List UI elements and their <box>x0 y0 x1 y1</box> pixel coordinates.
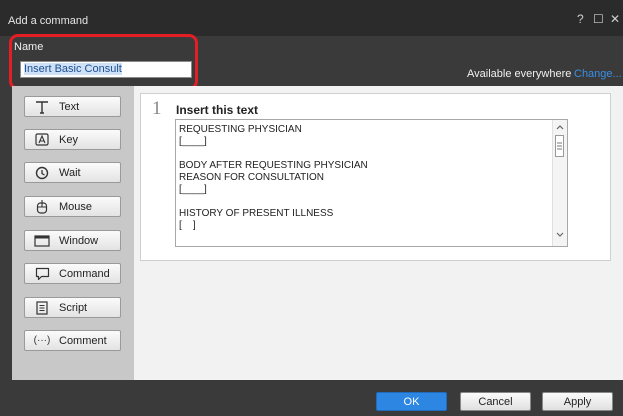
key-step-label: Key <box>59 133 78 146</box>
mouse-step-label: Mouse <box>59 200 93 213</box>
insert-text-area[interactable]: REQUESTING PHYSICIAN [____] BODY AFTER R… <box>175 119 568 247</box>
mouse-step-button[interactable]: Mouse <box>24 196 121 217</box>
comment-step-button[interactable]: (···) Comment <box>24 330 121 351</box>
text-icon <box>33 100 51 114</box>
scroll-up-icon[interactable] <box>556 124 564 130</box>
wait-step-button[interactable]: Wait <box>24 162 121 183</box>
speech-bubble-icon <box>33 267 51 281</box>
text-step-button[interactable]: Text <box>24 96 121 117</box>
insert-text-step-card: 1 Insert this text REQUESTING PHYSICIAN … <box>140 93 611 261</box>
command-step-button[interactable]: Command <box>24 263 121 284</box>
scroll-down-icon[interactable] <box>556 232 564 238</box>
step-number: 1 <box>152 98 162 119</box>
close-icon[interactable]: ✕ <box>610 12 620 26</box>
change-availability-link[interactable]: Change... <box>574 68 622 80</box>
cancel-button[interactable]: Cancel <box>460 392 531 411</box>
ellipsis-parens-icon: (···) <box>33 335 51 346</box>
command-step-label: Command <box>59 267 110 280</box>
maximize-icon[interactable]: ☐ <box>593 12 604 26</box>
script-icon <box>33 300 51 315</box>
step-type-sidebar: Text Key Wait Mouse Window Command Scrip… <box>12 86 134 380</box>
step-title: Insert this text <box>176 103 259 117</box>
window-step-button[interactable]: Window <box>24 230 121 251</box>
mouse-icon <box>33 200 51 214</box>
highlight-annotation <box>9 34 198 90</box>
ok-button[interactable]: OK <box>376 392 447 411</box>
text-step-label: Text <box>59 100 80 113</box>
availability-text: Available everywhere <box>467 68 572 80</box>
key-icon <box>33 133 51 147</box>
script-step-label: Script <box>59 301 88 314</box>
key-step-button[interactable]: Key <box>24 129 121 150</box>
apply-button[interactable]: Apply <box>542 392 613 411</box>
window-step-label: Window <box>59 234 99 247</box>
script-step-button[interactable]: Script <box>24 297 121 318</box>
window-title: Add a command <box>8 15 89 27</box>
window-icon <box>33 234 51 248</box>
insert-text-content: REQUESTING PHYSICIAN [____] BODY AFTER R… <box>179 124 368 231</box>
scrollbar-thumb[interactable] <box>555 135 564 157</box>
title-bar: Add a command ? ☐ ✕ <box>0 0 623 36</box>
help-icon[interactable]: ? <box>577 12 584 26</box>
comment-step-label: Comment <box>59 334 107 347</box>
clock-icon <box>33 166 51 180</box>
text-scrollbar[interactable] <box>552 120 567 246</box>
wait-step-label: Wait <box>59 166 81 179</box>
command-editor-panel: Text Key Wait Mouse Window Command Scrip… <box>12 86 623 380</box>
